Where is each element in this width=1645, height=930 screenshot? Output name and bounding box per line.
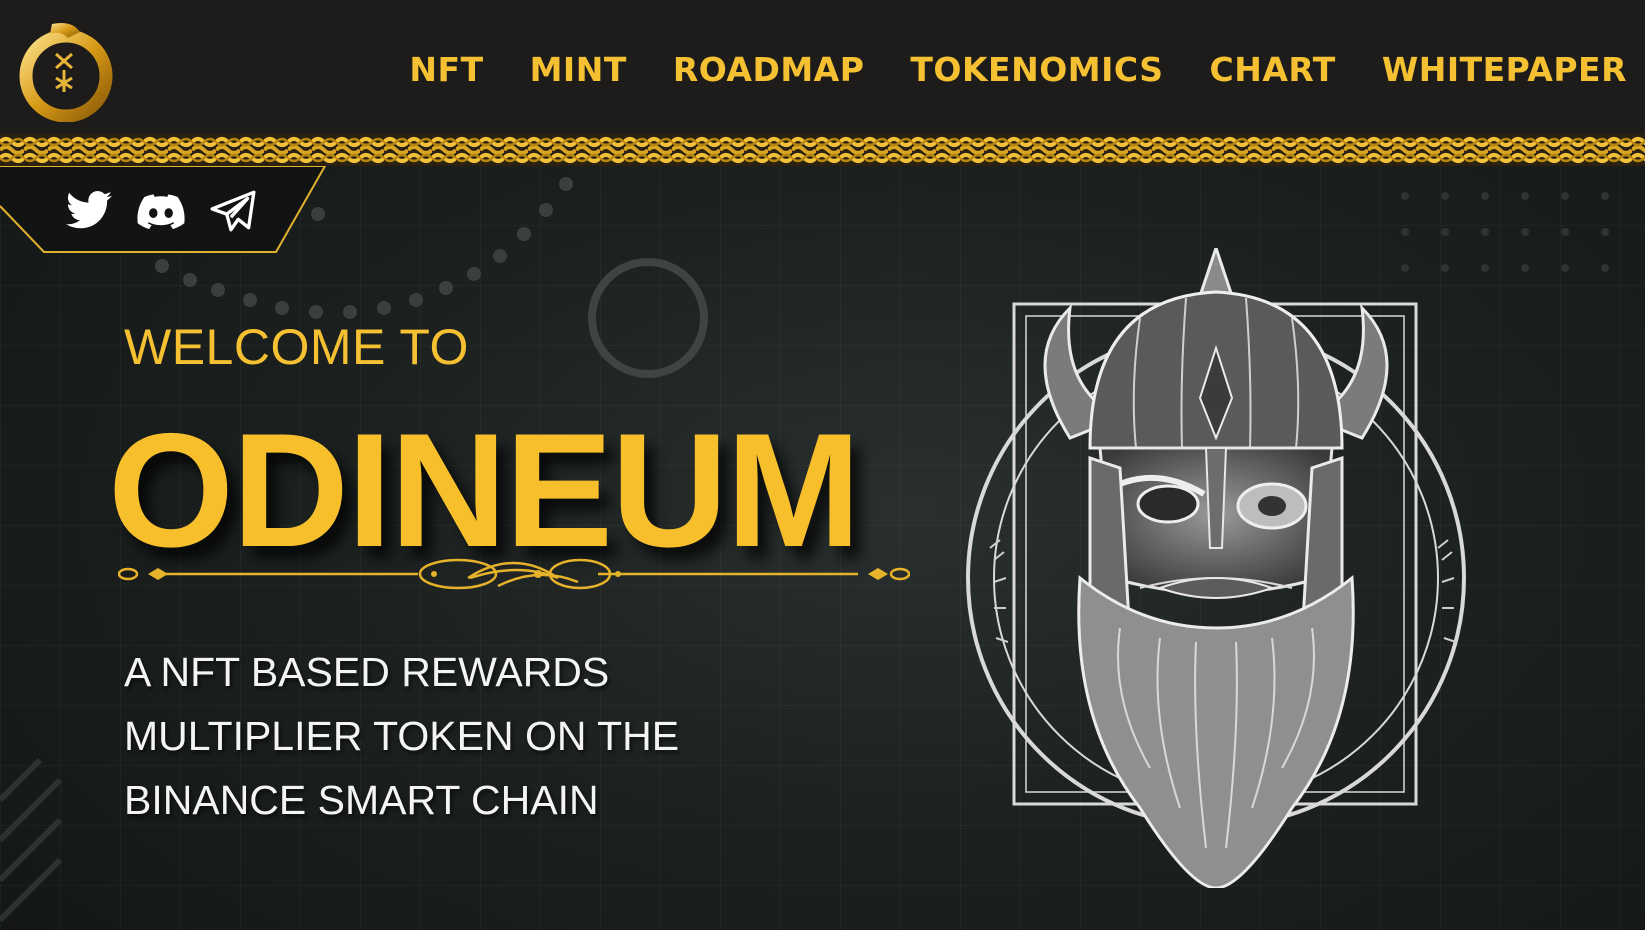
- welcome-heading: WELCOME TO: [124, 319, 469, 375]
- odineum-logo[interactable]: [10, 18, 120, 122]
- hero-tagline: A NFT BASED REWARDS MULTIPLIER TOKEN ON …: [124, 640, 744, 832]
- nav-roadmap[interactable]: ROADMAP: [673, 50, 865, 89]
- discord-icon[interactable]: [136, 186, 186, 236]
- viking-illustration: [966, 248, 1466, 888]
- page: NFT MINT ROADMAP TOKENOMICS CHART WHITEP…: [0, 0, 1645, 930]
- nav-mint[interactable]: MINT: [530, 50, 627, 89]
- ornament-divider: [118, 558, 910, 590]
- nav-tokenomics[interactable]: TOKENOMICS: [910, 50, 1163, 89]
- header: NFT MINT ROADMAP TOKENOMICS CHART WHITEP…: [0, 0, 1645, 134]
- tagline-line-1: A NFT BASED REWARDS: [124, 649, 610, 695]
- nav-chart[interactable]: CHART: [1209, 50, 1335, 89]
- tagline-line-2: MULTIPLIER TOKEN ON THE: [124, 713, 680, 759]
- main-nav: NFT MINT ROADMAP TOKENOMICS CHART WHITEP…: [409, 50, 1627, 89]
- twitter-icon[interactable]: [64, 186, 114, 236]
- nav-whitepaper[interactable]: WHITEPAPER: [1382, 50, 1627, 89]
- brand-title: ODINEUM: [108, 400, 861, 581]
- telegram-icon[interactable]: [208, 186, 258, 236]
- social-links: [64, 186, 258, 236]
- tagline-line-3: BINANCE SMART CHAIN: [124, 777, 599, 823]
- braid-border: [0, 134, 1645, 166]
- nav-nft[interactable]: NFT: [409, 50, 483, 89]
